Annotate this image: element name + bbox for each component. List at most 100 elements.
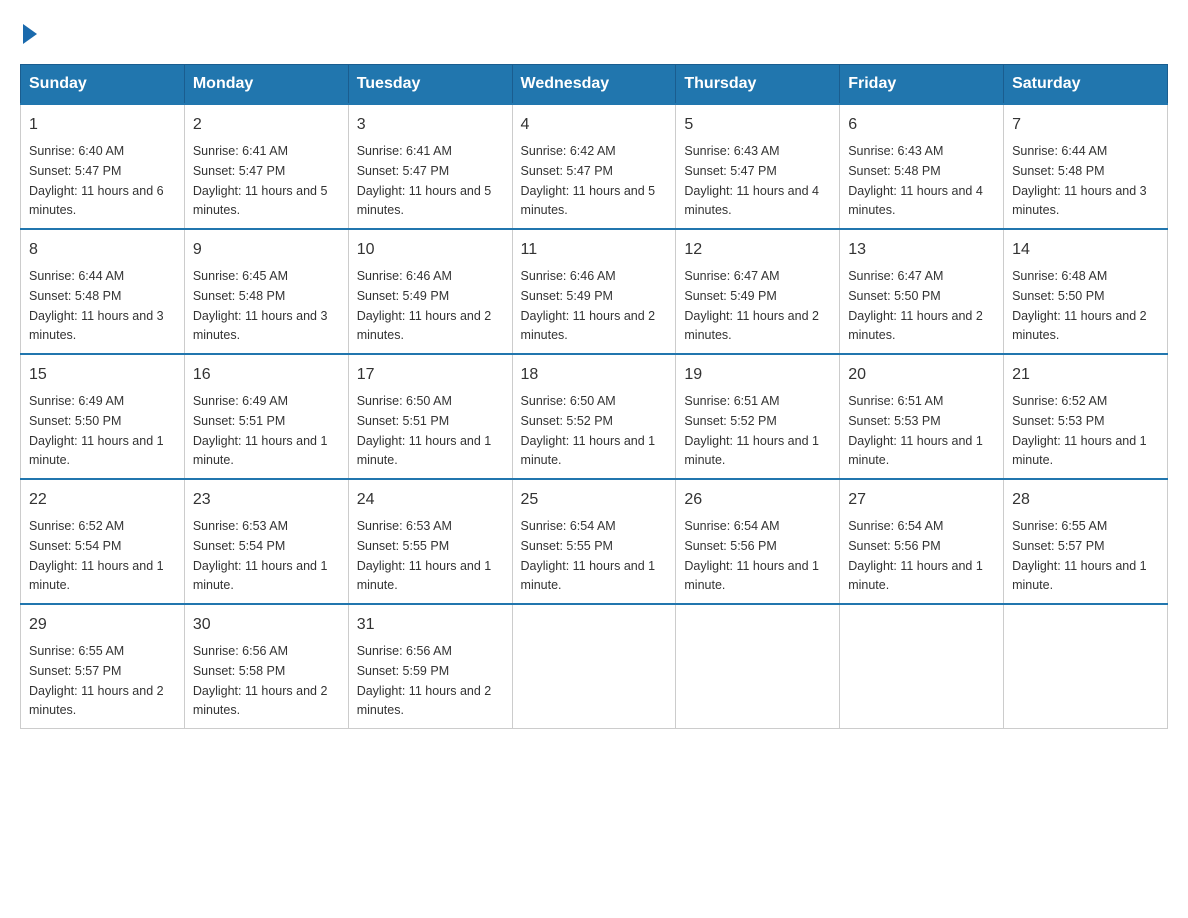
- calendar-cell: 18 Sunrise: 6:50 AMSunset: 5:52 PMDaylig…: [512, 354, 676, 479]
- calendar-header-row: SundayMondayTuesdayWednesdayThursdayFrid…: [21, 65, 1168, 105]
- calendar-cell: 7 Sunrise: 6:44 AMSunset: 5:48 PMDayligh…: [1004, 104, 1168, 229]
- day-number: 27: [848, 488, 995, 512]
- day-info: Sunrise: 6:52 AMSunset: 5:53 PMDaylight:…: [1012, 394, 1147, 467]
- week-row-4: 22 Sunrise: 6:52 AMSunset: 5:54 PMDaylig…: [21, 479, 1168, 604]
- day-info: Sunrise: 6:54 AMSunset: 5:56 PMDaylight:…: [684, 519, 819, 592]
- calendar-cell: 4 Sunrise: 6:42 AMSunset: 5:47 PMDayligh…: [512, 104, 676, 229]
- calendar-cell: 30 Sunrise: 6:56 AMSunset: 5:58 PMDaylig…: [184, 604, 348, 729]
- calendar-cell: 21 Sunrise: 6:52 AMSunset: 5:53 PMDaylig…: [1004, 354, 1168, 479]
- week-row-5: 29 Sunrise: 6:55 AMSunset: 5:57 PMDaylig…: [21, 604, 1168, 729]
- calendar-cell: 8 Sunrise: 6:44 AMSunset: 5:48 PMDayligh…: [21, 229, 185, 354]
- calendar-cell: 26 Sunrise: 6:54 AMSunset: 5:56 PMDaylig…: [676, 479, 840, 604]
- day-info: Sunrise: 6:40 AMSunset: 5:47 PMDaylight:…: [29, 144, 164, 217]
- day-info: Sunrise: 6:50 AMSunset: 5:52 PMDaylight:…: [521, 394, 656, 467]
- calendar-cell: 20 Sunrise: 6:51 AMSunset: 5:53 PMDaylig…: [840, 354, 1004, 479]
- day-number: 7: [1012, 113, 1159, 137]
- day-number: 28: [1012, 488, 1159, 512]
- day-number: 13: [848, 238, 995, 262]
- calendar-cell: 28 Sunrise: 6:55 AMSunset: 5:57 PMDaylig…: [1004, 479, 1168, 604]
- day-info: Sunrise: 6:45 AMSunset: 5:48 PMDaylight:…: [193, 269, 328, 342]
- day-number: 30: [193, 613, 340, 637]
- day-number: 3: [357, 113, 504, 137]
- calendar-cell: 31 Sunrise: 6:56 AMSunset: 5:59 PMDaylig…: [348, 604, 512, 729]
- day-number: 17: [357, 363, 504, 387]
- calendar-cell: 25 Sunrise: 6:54 AMSunset: 5:55 PMDaylig…: [512, 479, 676, 604]
- day-info: Sunrise: 6:43 AMSunset: 5:48 PMDaylight:…: [848, 144, 983, 217]
- day-info: Sunrise: 6:50 AMSunset: 5:51 PMDaylight:…: [357, 394, 492, 467]
- day-number: 22: [29, 488, 176, 512]
- calendar-cell: 12 Sunrise: 6:47 AMSunset: 5:49 PMDaylig…: [676, 229, 840, 354]
- calendar-cell: 3 Sunrise: 6:41 AMSunset: 5:47 PMDayligh…: [348, 104, 512, 229]
- day-info: Sunrise: 6:47 AMSunset: 5:50 PMDaylight:…: [848, 269, 983, 342]
- day-info: Sunrise: 6:44 AMSunset: 5:48 PMDaylight:…: [1012, 144, 1147, 217]
- day-info: Sunrise: 6:55 AMSunset: 5:57 PMDaylight:…: [1012, 519, 1147, 592]
- day-header-wednesday: Wednesday: [512, 65, 676, 105]
- day-number: 15: [29, 363, 176, 387]
- day-info: Sunrise: 6:54 AMSunset: 5:55 PMDaylight:…: [521, 519, 656, 592]
- calendar-cell: 29 Sunrise: 6:55 AMSunset: 5:57 PMDaylig…: [21, 604, 185, 729]
- day-number: 31: [357, 613, 504, 637]
- day-number: 16: [193, 363, 340, 387]
- logo-arrow-icon: [23, 24, 37, 44]
- day-info: Sunrise: 6:46 AMSunset: 5:49 PMDaylight:…: [357, 269, 492, 342]
- day-info: Sunrise: 6:51 AMSunset: 5:52 PMDaylight:…: [684, 394, 819, 467]
- day-info: Sunrise: 6:53 AMSunset: 5:54 PMDaylight:…: [193, 519, 328, 592]
- day-number: 10: [357, 238, 504, 262]
- calendar-cell: 15 Sunrise: 6:49 AMSunset: 5:50 PMDaylig…: [21, 354, 185, 479]
- day-number: 5: [684, 113, 831, 137]
- day-header-sunday: Sunday: [21, 65, 185, 105]
- day-info: Sunrise: 6:42 AMSunset: 5:47 PMDaylight:…: [521, 144, 656, 217]
- calendar-cell: [676, 604, 840, 729]
- logo: [20, 20, 37, 44]
- day-number: 29: [29, 613, 176, 637]
- calendar-cell: 11 Sunrise: 6:46 AMSunset: 5:49 PMDaylig…: [512, 229, 676, 354]
- calendar-cell: 27 Sunrise: 6:54 AMSunset: 5:56 PMDaylig…: [840, 479, 1004, 604]
- calendar-cell: 1 Sunrise: 6:40 AMSunset: 5:47 PMDayligh…: [21, 104, 185, 229]
- calendar-cell: 14 Sunrise: 6:48 AMSunset: 5:50 PMDaylig…: [1004, 229, 1168, 354]
- calendar-cell: [840, 604, 1004, 729]
- day-header-friday: Friday: [840, 65, 1004, 105]
- day-header-thursday: Thursday: [676, 65, 840, 105]
- day-info: Sunrise: 6:56 AMSunset: 5:59 PMDaylight:…: [357, 644, 492, 717]
- day-number: 14: [1012, 238, 1159, 262]
- day-number: 20: [848, 363, 995, 387]
- day-number: 26: [684, 488, 831, 512]
- week-row-1: 1 Sunrise: 6:40 AMSunset: 5:47 PMDayligh…: [21, 104, 1168, 229]
- day-info: Sunrise: 6:53 AMSunset: 5:55 PMDaylight:…: [357, 519, 492, 592]
- calendar-cell: 9 Sunrise: 6:45 AMSunset: 5:48 PMDayligh…: [184, 229, 348, 354]
- day-number: 18: [521, 363, 668, 387]
- day-info: Sunrise: 6:41 AMSunset: 5:47 PMDaylight:…: [193, 144, 328, 217]
- calendar-cell: 24 Sunrise: 6:53 AMSunset: 5:55 PMDaylig…: [348, 479, 512, 604]
- day-info: Sunrise: 6:46 AMSunset: 5:49 PMDaylight:…: [521, 269, 656, 342]
- day-info: Sunrise: 6:44 AMSunset: 5:48 PMDaylight:…: [29, 269, 164, 342]
- day-info: Sunrise: 6:47 AMSunset: 5:49 PMDaylight:…: [684, 269, 819, 342]
- day-number: 19: [684, 363, 831, 387]
- day-number: 21: [1012, 363, 1159, 387]
- day-number: 25: [521, 488, 668, 512]
- day-number: 11: [521, 238, 668, 262]
- calendar-cell: 23 Sunrise: 6:53 AMSunset: 5:54 PMDaylig…: [184, 479, 348, 604]
- calendar-cell: 10 Sunrise: 6:46 AMSunset: 5:49 PMDaylig…: [348, 229, 512, 354]
- calendar-cell: 16 Sunrise: 6:49 AMSunset: 5:51 PMDaylig…: [184, 354, 348, 479]
- day-number: 8: [29, 238, 176, 262]
- calendar-cell: [1004, 604, 1168, 729]
- calendar-cell: 5 Sunrise: 6:43 AMSunset: 5:47 PMDayligh…: [676, 104, 840, 229]
- calendar-cell: 19 Sunrise: 6:51 AMSunset: 5:52 PMDaylig…: [676, 354, 840, 479]
- day-header-monday: Monday: [184, 65, 348, 105]
- day-number: 9: [193, 238, 340, 262]
- calendar-cell: 13 Sunrise: 6:47 AMSunset: 5:50 PMDaylig…: [840, 229, 1004, 354]
- day-info: Sunrise: 6:49 AMSunset: 5:51 PMDaylight:…: [193, 394, 328, 467]
- day-header-tuesday: Tuesday: [348, 65, 512, 105]
- day-number: 23: [193, 488, 340, 512]
- day-info: Sunrise: 6:54 AMSunset: 5:56 PMDaylight:…: [848, 519, 983, 592]
- week-row-3: 15 Sunrise: 6:49 AMSunset: 5:50 PMDaylig…: [21, 354, 1168, 479]
- day-number: 6: [848, 113, 995, 137]
- week-row-2: 8 Sunrise: 6:44 AMSunset: 5:48 PMDayligh…: [21, 229, 1168, 354]
- day-number: 12: [684, 238, 831, 262]
- day-number: 2: [193, 113, 340, 137]
- day-info: Sunrise: 6:56 AMSunset: 5:58 PMDaylight:…: [193, 644, 328, 717]
- day-info: Sunrise: 6:48 AMSunset: 5:50 PMDaylight:…: [1012, 269, 1147, 342]
- day-info: Sunrise: 6:52 AMSunset: 5:54 PMDaylight:…: [29, 519, 164, 592]
- calendar-cell: [512, 604, 676, 729]
- day-info: Sunrise: 6:51 AMSunset: 5:53 PMDaylight:…: [848, 394, 983, 467]
